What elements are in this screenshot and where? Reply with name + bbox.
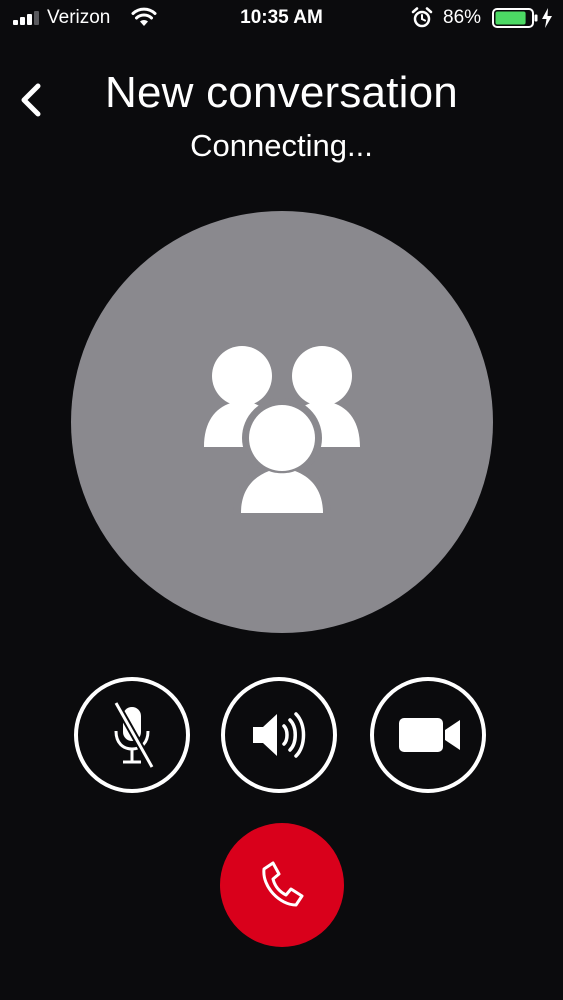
battery-icon bbox=[492, 8, 538, 28]
phone-hangup-icon bbox=[262, 861, 304, 907]
charging-icon bbox=[542, 8, 552, 28]
microphone-muted-icon bbox=[112, 701, 156, 769]
end-call-button[interactable] bbox=[220, 823, 344, 947]
chevron-left-icon bbox=[21, 83, 41, 117]
video-camera-icon bbox=[399, 718, 460, 752]
speaker-icon bbox=[253, 712, 306, 758]
video-button[interactable] bbox=[370, 677, 486, 793]
conversation-title: New conversation bbox=[105, 68, 458, 117]
mute-button[interactable] bbox=[74, 677, 190, 793]
call-status: Connecting... bbox=[190, 128, 373, 163]
back-button[interactable] bbox=[10, 74, 54, 126]
status-bar: Verizon 10:35 AM 86% bbox=[0, 0, 563, 38]
group-icon bbox=[204, 346, 360, 519]
speaker-button[interactable] bbox=[221, 677, 337, 793]
battery-percentage: 86% bbox=[443, 7, 482, 28]
conversation-avatar bbox=[71, 211, 493, 633]
alarm-icon bbox=[411, 7, 433, 28]
